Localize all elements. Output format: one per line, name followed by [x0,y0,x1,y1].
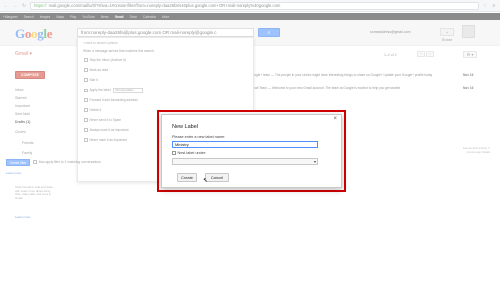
checkbox[interactable] [172,151,176,155]
dialog-body: × New Label Please enter a new label nam… [161,114,342,188]
chevron-down-icon: ▾ [313,159,316,164]
dialog-title: New Label [172,124,198,130]
nest-label-option[interactable]: Nest label under: [172,151,206,155]
dialog-prompt: Please enter a new label name: [172,135,226,139]
new-label-dialog: × New Label Please enter a new label nam… [157,110,346,192]
parent-label-select[interactable]: ▾ [172,158,318,165]
mouse-cursor-icon: ↖ [203,178,209,184]
nest-label-text: Nest label under: [177,151,207,155]
close-icon[interactable]: × [333,116,337,122]
create-button[interactable]: Create [177,173,197,182]
label-name-input[interactable]: Ministry [172,141,318,148]
cancel-button[interactable]: Cancel [205,173,229,182]
